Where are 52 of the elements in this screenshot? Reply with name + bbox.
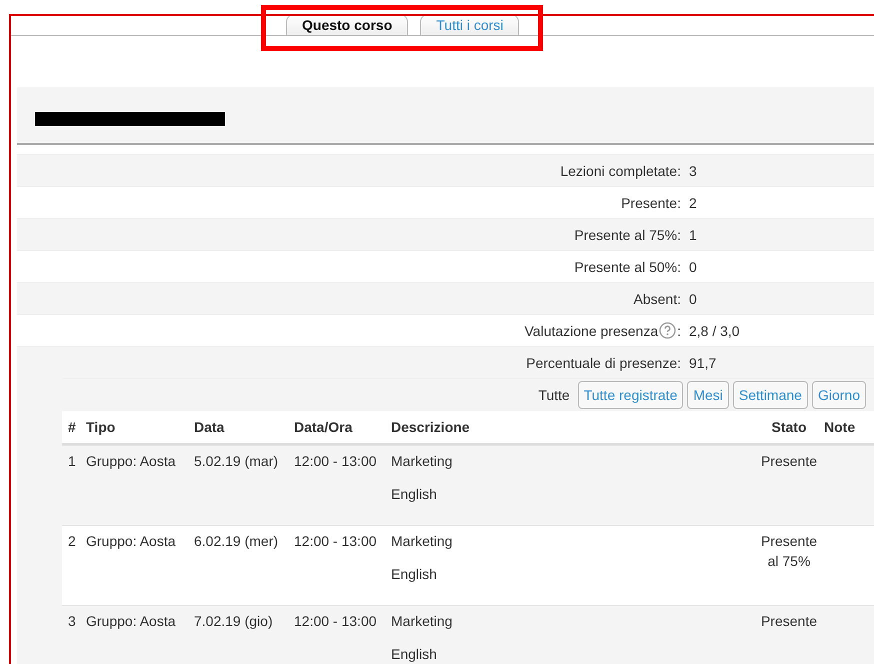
status-text: al 75% <box>768 552 810 571</box>
tab[interactable]: Tutti i corsi <box>420 14 520 35</box>
filter-button[interactable]: Settimane <box>732 381 808 409</box>
table-cell-text: 12:00 - 13:00 <box>294 452 378 471</box>
description-line: Marketing <box>391 612 454 631</box>
description-line: Marketing <box>391 532 454 551</box>
status-text: Presente <box>760 452 818 471</box>
summary-label: Percentuale di presenze: <box>526 354 681 370</box>
summary-label: Absent: <box>634 290 681 306</box>
table-cell-text: Gruppo: Aosta <box>86 452 177 471</box>
filter-button[interactable]: Mesi <box>687 381 729 409</box>
column-header: Tipo <box>86 418 116 437</box>
table-cell-text: 7.02.19 (gio) <box>194 612 274 631</box>
table-cell-text: 2 <box>68 532 77 551</box>
description-line: English <box>391 565 438 584</box>
help-icon[interactable] <box>659 322 676 339</box>
summary-value: 2 <box>689 194 698 210</box>
label-colon: : <box>677 322 681 338</box>
column-header: Data <box>194 418 226 437</box>
filter-current: Tutte <box>538 387 570 403</box>
column-header: Descrizione <box>391 418 471 437</box>
table-cell-text: Gruppo: Aosta <box>86 612 177 631</box>
filter-button[interactable]: Tutte registrate <box>578 381 684 409</box>
summary-label: Lezioni completate: <box>560 162 681 178</box>
table-cell-text: Gruppo: Aosta <box>86 532 177 551</box>
table-cell-text: 6.02.19 (mer) <box>194 532 280 551</box>
description-line: Marketing <box>391 452 454 471</box>
summary-value: 1 <box>689 226 698 242</box>
column-header: Stato <box>770 418 808 437</box>
summary-value: 91,7 <box>689 354 718 370</box>
column-header: # <box>68 418 77 437</box>
status-text: Presente <box>760 612 818 631</box>
table-cell-text: 5.02.19 (mar) <box>194 452 280 471</box>
description-line: English <box>391 645 438 664</box>
tab[interactable]: Questo corso <box>286 14 408 35</box>
column-header: Data/Ora <box>294 418 354 437</box>
summary-value: 0 <box>689 258 698 274</box>
summary-value: 3 <box>689 162 698 178</box>
summary-value: 0 <box>689 290 698 306</box>
summary-label: Presente al 50%: <box>574 258 681 274</box>
summary-label: Valutazione presenza <box>524 322 658 338</box>
column-header: Note <box>824 418 856 437</box>
summary-value: 2,8 / 3,0 <box>689 322 741 338</box>
description-line: English <box>391 485 438 504</box>
status-text: Presente <box>760 532 818 551</box>
table-cell-text: 12:00 - 13:00 <box>294 612 378 631</box>
table-cell-text: 12:00 - 13:00 <box>294 532 378 551</box>
filter-button[interactable]: Giorno <box>812 381 866 409</box>
summary-label: Presente: <box>621 194 681 210</box>
summary-label: Presente al 75%: <box>574 226 681 242</box>
table-cell-text: 3 <box>68 612 77 631</box>
table-cell-text: 1 <box>68 452 77 471</box>
